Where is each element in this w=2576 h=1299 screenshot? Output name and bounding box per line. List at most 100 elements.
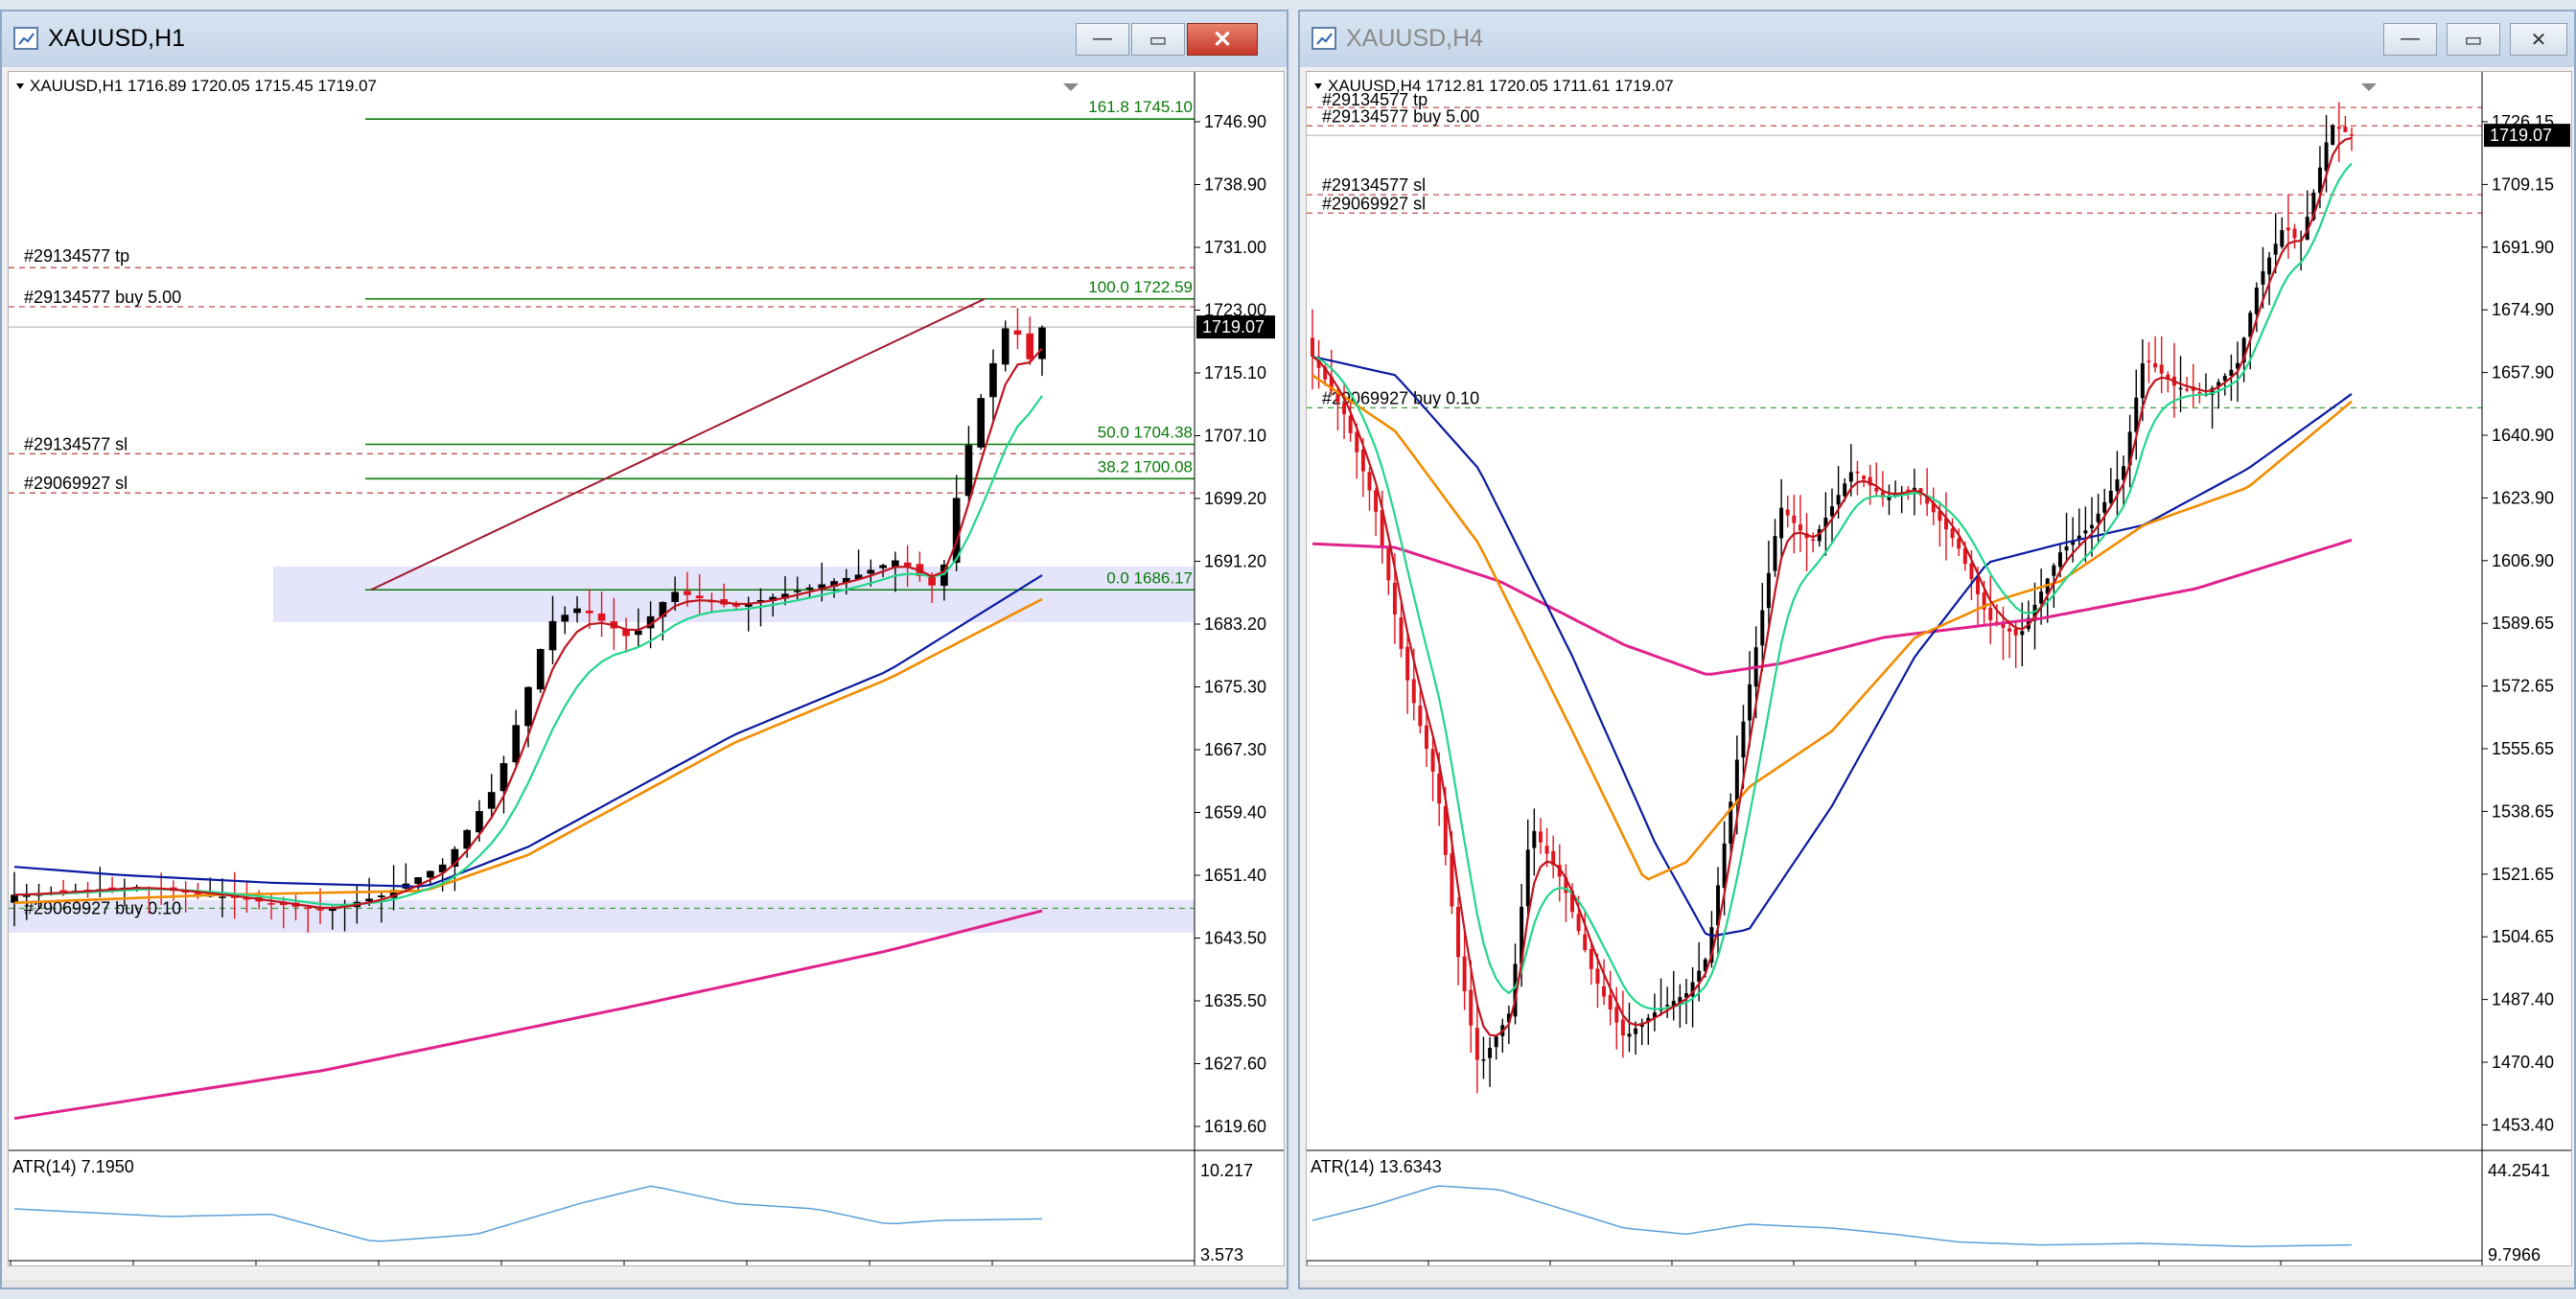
candle-body — [512, 725, 521, 763]
close-icon: ✕ — [2530, 30, 2547, 51]
candle-body — [1469, 989, 1474, 1026]
candle-body — [1532, 830, 1537, 848]
candle-body — [2115, 479, 2120, 492]
scrollbar[interactable] — [2, 1280, 1287, 1287]
candle-body — [1538, 831, 1543, 843]
price-label: 1667.30 — [1204, 740, 1266, 759]
candle-body — [1792, 515, 1797, 523]
price-label: 1619.60 — [1204, 1117, 1266, 1136]
chart-window-icon — [13, 27, 38, 50]
candle-body — [793, 591, 801, 592]
candle-body — [476, 811, 483, 833]
candle-body — [573, 608, 581, 614]
candle-body — [1969, 563, 1974, 580]
moving-average-line — [1311, 355, 2353, 938]
candle-body — [1811, 539, 1816, 542]
price-label: 1709.15 — [2492, 174, 2554, 194]
dropdown-triangle-icon[interactable] — [1063, 83, 1079, 91]
chart-window-h4[interactable]: XAUUSD,H4 — ▭ ✕ #29134577 tp #29134577 bu… — [1298, 10, 2576, 1289]
price-label: 1538.65 — [2492, 801, 2554, 821]
close-button[interactable]: ✕ — [1187, 23, 1258, 56]
candle-body — [635, 630, 642, 636]
candle-body — [1665, 1005, 1670, 1007]
order-label: #29134577 buy 5.00 — [24, 288, 181, 307]
price-label: 1640.90 — [2492, 426, 2554, 445]
order-label: #29069927 sl — [24, 474, 128, 493]
moving-average-line — [1311, 162, 2353, 1010]
candle-body — [1634, 1028, 1638, 1034]
dropdown-triangle-icon[interactable] — [2361, 83, 2377, 91]
candle-body — [2197, 391, 2202, 394]
maximize-button[interactable]: ▭ — [2447, 23, 2500, 56]
order-label: #29134577 buy 5.00 — [1322, 106, 1479, 126]
chart-canvas[interactable]: #29134577 tp #29134577 buy 5.00 #29134577 … — [8, 71, 1285, 1266]
maximize-button[interactable]: ▭ — [1131, 23, 1185, 56]
candle-body — [219, 896, 226, 898]
candle-body — [1627, 1033, 1632, 1037]
minimize-icon: — — [2401, 28, 2420, 49]
price-label: 1659.40 — [1204, 803, 1266, 823]
fibo-level-label: 161.8 1745.10 — [1088, 98, 1193, 116]
minimize-button[interactable]: — — [1076, 23, 1129, 56]
candle-body — [1001, 328, 1010, 365]
ohlc-readout: XAUUSD,H1 1716.89 1720.05 1715.45 1719.0… — [30, 77, 377, 95]
price-label: 1606.90 — [2492, 551, 2554, 570]
price-chart-svg[interactable]: #29134577 tp#29134577 buy 5.00#29134577 … — [9, 72, 1284, 1265]
chart-window-h1[interactable]: XAUUSD,H1 — ▭ ✕ #29134577 tp #29134577 bu… — [0, 10, 1288, 1289]
candle-body — [487, 792, 496, 809]
candle-body — [1488, 1048, 1493, 1058]
candle-body — [1342, 403, 1347, 415]
candle-body — [2090, 524, 2094, 529]
close-button[interactable]: ✕ — [2510, 23, 2567, 56]
scrollbar[interactable] — [1300, 1280, 2574, 1287]
moving-average-line — [13, 347, 1043, 910]
candle-body — [1583, 934, 1588, 950]
candle-body — [2052, 565, 2056, 576]
fibo-level-label: 100.0 1722.59 — [1088, 278, 1193, 296]
price-label: 1572.65 — [2492, 677, 2554, 696]
fibo-level-label: 0.0 1686.17 — [1106, 568, 1193, 587]
candle-body — [2343, 127, 2348, 132]
candle-body — [1988, 607, 1993, 620]
price-chart-svg[interactable]: #29134577 tp#29134577 buy 5.00#29134577 … — [1307, 72, 2571, 1265]
window-title: XAUUSD,H1 — [48, 25, 186, 52]
candle-body — [1374, 490, 1379, 512]
window-title: XAUUSD,H4 — [1346, 25, 1484, 52]
candle-body — [1437, 774, 1442, 804]
close-icon: ✕ — [1212, 27, 1233, 53]
candle-body — [1013, 330, 1022, 336]
minimize-button[interactable]: — — [2383, 23, 2437, 56]
ohlc-readout: XAUUSD,H4 1712.81 1720.05 1711.61 1719.0… — [1328, 77, 1674, 95]
atr-scale-low: 3.573 — [1200, 1245, 1243, 1264]
candle-body — [1741, 721, 1746, 758]
candle-body — [524, 686, 532, 727]
candle-body — [671, 592, 679, 602]
candle-body — [1026, 333, 1034, 360]
candle-body — [2140, 363, 2145, 399]
candle-body — [1976, 576, 1981, 594]
candle-body — [548, 620, 557, 651]
fibo-level-label: 50.0 1704.38 — [1098, 424, 1193, 442]
dropdown-triangle-icon[interactable] — [1314, 83, 1322, 89]
chart-canvas[interactable]: #29134577 tp #29134577 buy 5.00 #29134577 … — [1306, 71, 2572, 1266]
price-label: 1746.90 — [1204, 112, 1266, 131]
candle-body — [1608, 994, 1613, 1010]
candle-body — [536, 648, 545, 690]
candle-body — [1766, 572, 1771, 609]
candle-body — [2280, 230, 2285, 247]
title-bar[interactable]: XAUUSD,H4 — ▭ ✕ — [1300, 12, 2574, 67]
candle-body — [2178, 387, 2183, 390]
dropdown-triangle-icon[interactable] — [16, 83, 24, 89]
price-label: 1715.10 — [1204, 363, 1266, 383]
order-label: #29069927 sl — [1322, 194, 1426, 213]
candle-body — [1355, 431, 1359, 452]
price-label: 1738.90 — [1204, 175, 1266, 195]
candle-body — [1311, 337, 1314, 357]
candle-body — [2057, 552, 2062, 568]
price-label: 1635.50 — [1204, 991, 1266, 1010]
candle-body — [59, 890, 67, 893]
moving-average-line — [1311, 136, 2353, 1037]
title-bar[interactable]: XAUUSD,H1 — ▭ ✕ — [2, 12, 1287, 67]
candle-body — [2020, 631, 2025, 636]
candle-body — [1544, 846, 1549, 854]
